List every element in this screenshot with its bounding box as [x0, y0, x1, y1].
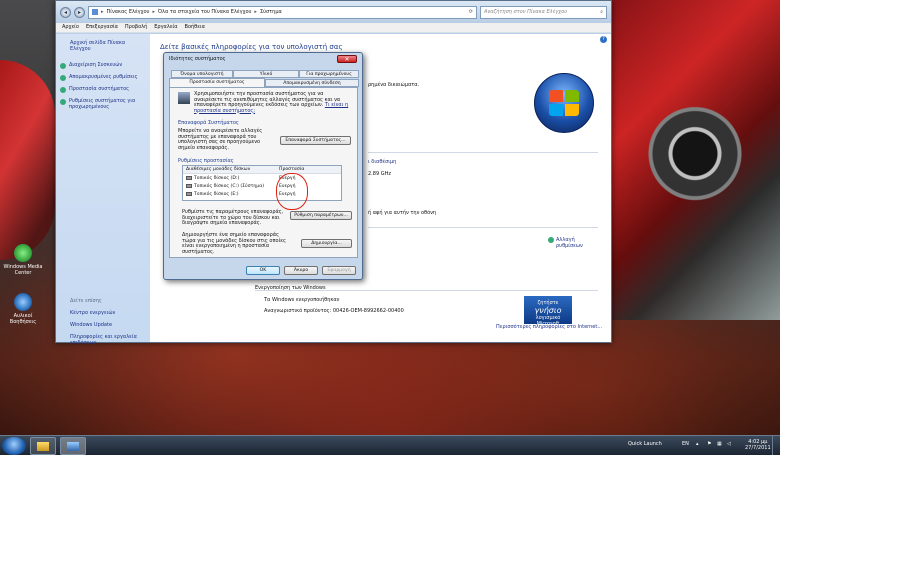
apply-button[interactable]: Εφαρμογή — [322, 266, 356, 275]
action-center-link[interactable]: Κέντρο ενεργειών — [70, 310, 146, 316]
cancel-button[interactable]: Άκυρο — [284, 266, 318, 275]
protection-section-label: Ρυθμίσεις προστασίας — [178, 158, 234, 164]
system-restore-button[interactable]: Επαναφορά Συστήματος... — [280, 136, 351, 145]
back-button[interactable]: ◂ — [60, 6, 71, 18]
tab-computer-name[interactable]: Όνομα υπολογιστή — [171, 70, 233, 78]
drive-icon — [186, 192, 192, 196]
help-icon[interactable]: ? — [600, 36, 607, 43]
shield-icon — [60, 87, 66, 93]
dialog-title: Ιδιότητες συστήματος — [169, 56, 226, 62]
wallpaper-car-left — [0, 60, 55, 260]
shield-icon — [60, 99, 66, 105]
product-id: Αναγνωριστικό προϊόντος: 00426-OEM-89926… — [264, 308, 404, 314]
search-input[interactable]: Αναζήτηση στον Πίνακα Ελέγχου ⌕ — [480, 5, 607, 19]
drive-icon — [186, 176, 192, 180]
control-panel-icon — [67, 442, 79, 451]
shield-icon — [548, 237, 554, 243]
network-icon[interactable]: ▦ — [717, 441, 722, 447]
computer-icon — [178, 92, 190, 104]
media-center-icon — [14, 244, 32, 262]
clock[interactable]: 4:02 μμ 27/7/2011 — [745, 439, 771, 451]
flag-icon[interactable]: ⚑ — [707, 441, 711, 447]
shield-icon — [60, 75, 66, 81]
forward-button[interactable]: ▸ — [74, 6, 85, 18]
volume-icon[interactable]: ◁ — [727, 441, 731, 447]
red-annotation-circle — [276, 173, 308, 210]
advanced-settings-link[interactable]: Ρυθμίσεις συστήματος για προχωρημένους — [60, 98, 146, 110]
change-settings-link[interactable]: Αλλαγή ρυθμίσεων — [548, 237, 596, 249]
tray-chevron-icon[interactable]: ▴ — [696, 441, 699, 447]
wallpaper-car-wheel — [610, 0, 780, 320]
activation-status: Τα Windows ενεργοποιήθηκαν — [264, 297, 340, 303]
desktop-icon-media-center[interactable]: Windows Media Center — [0, 244, 46, 276]
menu-file[interactable]: Αρχείο — [62, 24, 79, 31]
address-bar[interactable]: ▸ Πίνακας Ελέγχου ▸ Όλα τα στοιχεία του … — [88, 5, 477, 19]
device-manager-link[interactable]: Διαχείριση Συσκευών — [60, 62, 146, 69]
ok-button[interactable]: OK — [246, 266, 280, 275]
language-indicator[interactable]: EN — [682, 441, 689, 447]
window-titlebar: ◂ ▸ ▸ Πίνακας Ελέγχου ▸ Όλα τα στοιχεία … — [56, 1, 611, 23]
create-button[interactable]: Δημιουργία... — [301, 239, 352, 248]
folder-icon — [37, 442, 49, 451]
rating-fragment[interactable]: ι διαθέσιμη — [368, 159, 396, 165]
refresh-icon[interactable]: ⟳ — [469, 9, 473, 15]
breadcrumb[interactable]: Πίνακας Ελέγχου — [107, 9, 150, 15]
desktop-icon-label: Windows Media Center — [3, 264, 43, 276]
desktop: Windows Media Center Αυλικοί Βοηθήσεις ◂… — [0, 0, 780, 455]
windows-update-link[interactable]: Windows Update — [70, 322, 146, 328]
table-row[interactable]: Τοπικός δίσκος (E:) Ενεργή — [183, 190, 341, 198]
left-pane: Αρχική σελίδα Πίνακα Ελέγχου Διαχείριση … — [56, 34, 150, 346]
breadcrumb[interactable]: Σύστημα — [260, 9, 282, 15]
breadcrumb[interactable]: Όλα τα στοιχεία του Πίνακα Ελέγχου — [158, 9, 251, 15]
configure-text: Ρυθμίστε τις παραμέτρους επαναφοράς, δια… — [182, 209, 284, 226]
intro-text: Χρησιμοποιήστε την προστασία συστήματος … — [194, 91, 341, 108]
show-desktop-button[interactable] — [772, 436, 780, 455]
menu-bar: Αρχείο Επεξεργασία Προβολή Εργαλεία Βοήθ… — [56, 23, 611, 33]
start-button[interactable] — [2, 437, 26, 455]
system-protection-link[interactable]: Προστασία συστήματος — [60, 86, 146, 93]
taskbar-control-panel-button[interactable] — [60, 437, 86, 455]
remote-settings-link[interactable]: Απομακρυσμένες ρυθμίσεις — [60, 74, 146, 81]
taskbar: Quick Launch EN ▴ ⚑ ▦ ◁ 4:02 μμ 27/7/201… — [0, 435, 780, 455]
control-panel-home-link[interactable]: Αρχική σελίδα Πίνακα Ελέγχου — [70, 40, 146, 52]
table-row[interactable]: Τοπικός δίσκος (D:) Ενεργή — [183, 174, 341, 182]
taskbar-explorer-button[interactable] — [30, 437, 56, 455]
desktop-icon-assistance[interactable]: Αυλικοί Βοηθήσεις — [0, 293, 46, 325]
quick-launch-label[interactable]: Quick Launch — [628, 441, 662, 447]
drive-icon — [186, 184, 192, 188]
restore-text: Μπορείτε να αναιρέσετε αλλαγές συστήματο… — [178, 128, 263, 151]
close-button[interactable]: ✕ — [337, 55, 357, 63]
table-header: Διαθέσιμες μονάδες δίσκων Προστασία — [183, 166, 341, 174]
system-properties-dialog: Ιδιότητες συστήματος ✕ Όνομα υπολογιστή … — [163, 52, 363, 280]
more-info-link[interactable]: Περισσότερες πληροφορίες στο Internet... — [496, 324, 602, 330]
help-person-icon — [14, 293, 32, 311]
desktop-icon-label: Αυλικοί Βοηθήσεις — [9, 313, 37, 325]
tab-advanced[interactable]: Για προχωρημένους — [299, 70, 359, 78]
restore-section-label: Επαναφορά Συστήματος — [178, 120, 239, 126]
dialog-tabs: Όνομα υπολογιστή Υλικό Για προχωρημένους… — [169, 70, 359, 88]
windows-logo — [534, 73, 594, 133]
performance-tools-link[interactable]: Πληροφορίες και εργαλεία επιδόσεων — [70, 334, 146, 346]
pen-touch-fragment: ή αφή για αυτήν την οθόνη — [368, 210, 437, 216]
see-also-heading: Δείτε επίσης — [70, 298, 102, 304]
search-icon[interactable]: ⌕ — [600, 9, 603, 15]
table-row[interactable]: Τοπικός δίσκος (C:) (Σύστημα) Ενεργή — [183, 182, 341, 190]
menu-view[interactable]: Προβολή — [125, 24, 147, 31]
menu-help[interactable]: Βοήθεια — [185, 24, 205, 31]
dialog-titlebar: Ιδιότητες συστήματος ✕ — [164, 53, 362, 65]
tab-remote[interactable]: Απομακρυσμένη σύνδεση — [265, 79, 359, 87]
create-text: Δημιουργήστε ένα σημείο επαναφοράς τώρα … — [182, 232, 286, 255]
menu-edit[interactable]: Επεξεργασία — [86, 24, 118, 31]
cpu-speed: 2.89 GHz — [368, 171, 391, 177]
tab-hardware[interactable]: Υλικό — [233, 70, 299, 78]
shield-icon — [60, 63, 66, 69]
genuine-microsoft-badge: ζητήστε γνήσιο λογισμικό Microsoft — [524, 296, 572, 327]
menu-tools[interactable]: Εργαλεία — [154, 24, 177, 31]
control-panel-icon — [92, 9, 98, 15]
page-title: Δείτε βασικές πληροφορίες για τον υπολογ… — [160, 43, 343, 51]
configure-button[interactable]: Ρύθμιση παραμέτρων... — [290, 211, 352, 220]
copyright-fragment: ρημένα δικαιώματα. — [368, 82, 420, 88]
drives-table: Διαθέσιμες μονάδες δίσκων Προστασία Τοπι… — [182, 165, 342, 201]
